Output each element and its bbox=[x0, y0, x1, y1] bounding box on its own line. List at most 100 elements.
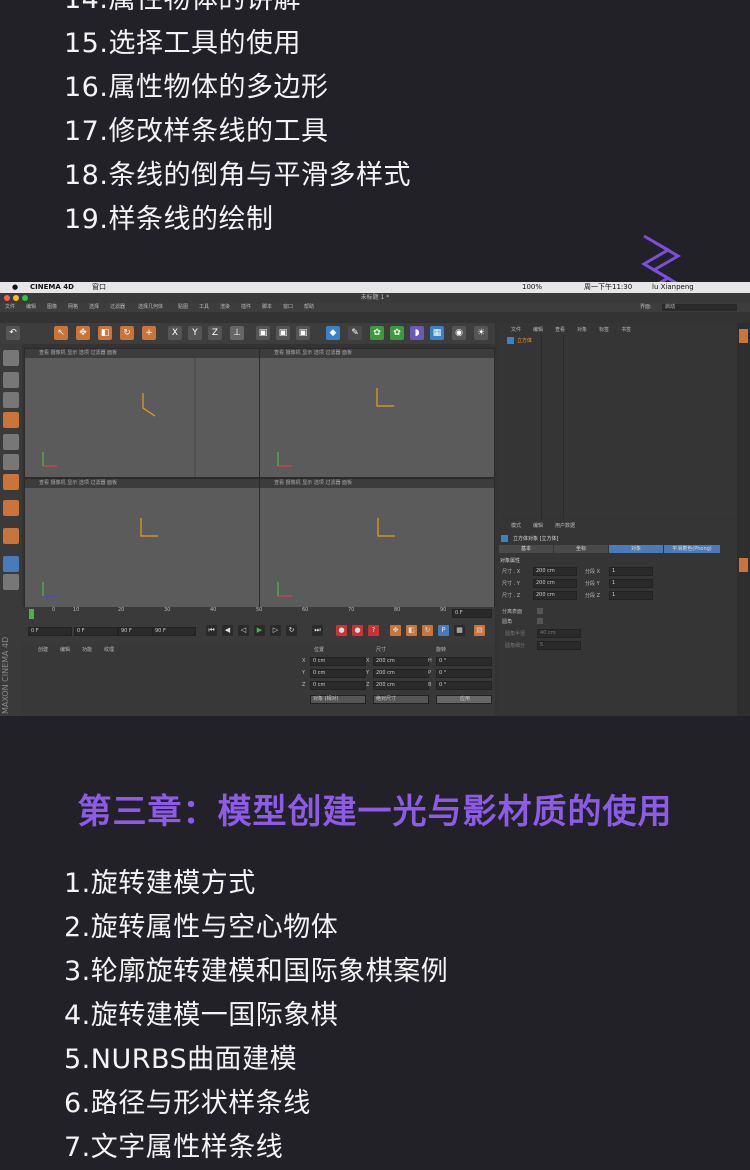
menu-item[interactable]: 渲染 bbox=[220, 303, 230, 312]
mat-menu-item[interactable]: 纹理 bbox=[104, 646, 114, 653]
seg-x-input[interactable]: 1 bbox=[609, 567, 653, 576]
pos-x-field[interactable]: 0 cm bbox=[310, 657, 366, 666]
texture-mode-icon[interactable] bbox=[3, 392, 19, 408]
z-axis-icon[interactable]: Z bbox=[208, 326, 222, 340]
om-menu-item[interactable]: 编辑 bbox=[533, 326, 543, 333]
deformer-icon[interactable]: ◗ bbox=[410, 326, 424, 340]
close-icon[interactable] bbox=[4, 295, 10, 301]
object-item[interactable]: 立方体 bbox=[517, 337, 532, 344]
separate-surfaces-checkbox[interactable] bbox=[537, 608, 543, 614]
nurbs-icon[interactable]: ✿ bbox=[370, 326, 384, 340]
edges-mode-icon[interactable] bbox=[3, 454, 19, 470]
vp-menu-item[interactable]: 摄像机 bbox=[286, 480, 301, 486]
vp-menu-item[interactable]: 面板 bbox=[107, 350, 117, 356]
vp-menu-item[interactable]: 查看 bbox=[39, 480, 49, 486]
minimize-icon[interactable] bbox=[13, 295, 19, 301]
vp-menu-item[interactable]: 过滤器 bbox=[325, 480, 340, 486]
menu-item[interactable]: 贴图 bbox=[178, 303, 188, 312]
menu-item[interactable]: 图像 bbox=[47, 303, 57, 312]
vp-menu-item[interactable]: 查看 bbox=[274, 480, 284, 486]
size-z-field[interactable]: 200 cm bbox=[373, 681, 429, 690]
am-menu-item[interactable]: 用户数据 bbox=[555, 522, 575, 529]
key-scale-icon[interactable]: ◧ bbox=[406, 625, 417, 636]
key-pos-icon[interactable]: ✥ bbox=[390, 625, 401, 636]
vp-menu-item[interactable]: 摄像机 bbox=[51, 350, 66, 356]
mat-menu-item[interactable]: 功能 bbox=[82, 646, 92, 653]
vp-menu-item[interactable]: 过滤器 bbox=[90, 480, 105, 486]
size-mode-select[interactable]: 绝对尺寸 bbox=[373, 695, 429, 704]
fillet-checkbox[interactable] bbox=[537, 618, 543, 624]
key-pla-icon[interactable]: ▦ bbox=[454, 625, 465, 636]
fillet-radius-input[interactable]: 40 cm bbox=[537, 629, 581, 638]
workplane-icon[interactable] bbox=[3, 412, 19, 428]
scale-tool-icon[interactable]: ◧ bbox=[98, 326, 112, 340]
floor-icon[interactable]: ▦ bbox=[430, 326, 444, 340]
render-picture-icon[interactable]: ▣ bbox=[276, 326, 290, 340]
menu-item[interactable]: 插件 bbox=[241, 303, 251, 312]
menu-item[interactable]: 文件 bbox=[5, 303, 15, 312]
record-icon[interactable]: ● bbox=[336, 625, 347, 636]
seg-y-input[interactable]: 1 bbox=[609, 579, 653, 588]
cube-icon[interactable]: ◆ bbox=[326, 326, 340, 340]
keyframe-sel-icon[interactable]: ? bbox=[368, 625, 379, 636]
vp-menu-item[interactable]: 摄像机 bbox=[51, 480, 66, 486]
add-tool-icon[interactable]: + bbox=[142, 326, 156, 340]
spline-pen-icon[interactable]: ✎ bbox=[348, 326, 362, 340]
loop-icon[interactable]: ↻ bbox=[286, 625, 297, 636]
size-y-input[interactable]: 200 cm bbox=[533, 579, 577, 588]
tab-basic[interactable]: 基本 bbox=[499, 545, 553, 553]
axis-mode-icon[interactable] bbox=[3, 500, 19, 516]
tab-coord[interactable]: 坐标 bbox=[554, 545, 608, 553]
key-param-icon[interactable]: P bbox=[438, 625, 449, 636]
vp-menu-item[interactable]: 面板 bbox=[107, 480, 117, 486]
x-axis-icon[interactable]: X bbox=[168, 326, 182, 340]
menu-item[interactable]: 脚本 bbox=[262, 303, 272, 312]
prev-key-icon[interactable]: ◀ bbox=[222, 625, 233, 636]
rot-b-field[interactable]: 0 ° bbox=[436, 681, 492, 690]
rot-p-field[interactable]: 0 ° bbox=[436, 669, 492, 678]
vp-menu-item[interactable]: 显示 bbox=[67, 480, 77, 486]
vp-menu-item[interactable]: 过滤器 bbox=[325, 350, 340, 356]
menu-item[interactable]: 网格 bbox=[68, 303, 78, 312]
vp-menu-item[interactable]: 摄像机 bbox=[286, 350, 301, 356]
layout-select[interactable]: 启动 bbox=[662, 304, 737, 311]
play-icon[interactable]: ▶ bbox=[254, 625, 265, 636]
om-menu-item[interactable]: 文件 bbox=[511, 326, 521, 333]
tab-phong[interactable]: 平滑着色(Phong) bbox=[664, 545, 720, 553]
menu-item[interactable]: 编辑 bbox=[26, 303, 36, 312]
size-z-input[interactable]: 200 cm bbox=[533, 591, 577, 600]
menu-item[interactable]: 过滤器 bbox=[110, 303, 125, 312]
render-view-icon[interactable]: ▣ bbox=[256, 326, 270, 340]
vp-menu-item[interactable]: 选项 bbox=[314, 480, 324, 486]
prev-frame-icon[interactable]: ◁ bbox=[238, 625, 249, 636]
goto-end-icon[interactable]: ⏭ bbox=[312, 625, 323, 636]
viewport-front[interactable]: 查看 摄像机 显示 选项 过滤器 面板 bbox=[259, 478, 495, 608]
viewport-right[interactable]: 查看 摄像机 显示 选项 过滤器 面板 bbox=[24, 478, 260, 608]
coordinate-system-icon[interactable]: ⊥ bbox=[230, 326, 244, 340]
attribute-tab[interactable] bbox=[739, 558, 748, 572]
array-icon[interactable]: ✿ bbox=[390, 326, 404, 340]
size-x-field[interactable]: 200 cm bbox=[373, 657, 429, 666]
max-time-field[interactable]: 90 F bbox=[152, 627, 196, 636]
apply-button[interactable]: 应用 bbox=[436, 695, 492, 704]
light-icon[interactable]: ☀ bbox=[474, 326, 488, 340]
om-menu-item[interactable]: 对象 bbox=[577, 326, 587, 333]
pos-y-field[interactable]: 0 cm bbox=[310, 669, 366, 678]
size-x-input[interactable]: 200 cm bbox=[533, 567, 577, 576]
mode-icon[interactable] bbox=[3, 350, 19, 366]
menu-item[interactable]: 窗口 bbox=[283, 303, 293, 312]
om-menu-item[interactable]: 标签 bbox=[599, 326, 609, 333]
mat-menu-item[interactable]: 创建 bbox=[38, 646, 48, 653]
vp-menu-item[interactable]: 面板 bbox=[342, 350, 352, 356]
vp-menu-item[interactable]: 显示 bbox=[302, 480, 312, 486]
vp-menu-item[interactable]: 过滤器 bbox=[90, 350, 105, 356]
autokey-icon[interactable]: ● bbox=[352, 625, 363, 636]
y-axis-icon[interactable]: Y bbox=[188, 326, 202, 340]
fillet-sub-input[interactable]: 5 bbox=[537, 641, 581, 650]
maximize-icon[interactable] bbox=[22, 295, 28, 301]
om-menu-item[interactable]: 查看 bbox=[555, 326, 565, 333]
vp-menu-item[interactable]: 选项 bbox=[79, 350, 89, 356]
mat-menu-item[interactable]: 编辑 bbox=[60, 646, 70, 653]
menu-item[interactable]: 工具 bbox=[199, 303, 209, 312]
points-mode-icon[interactable] bbox=[3, 434, 19, 450]
